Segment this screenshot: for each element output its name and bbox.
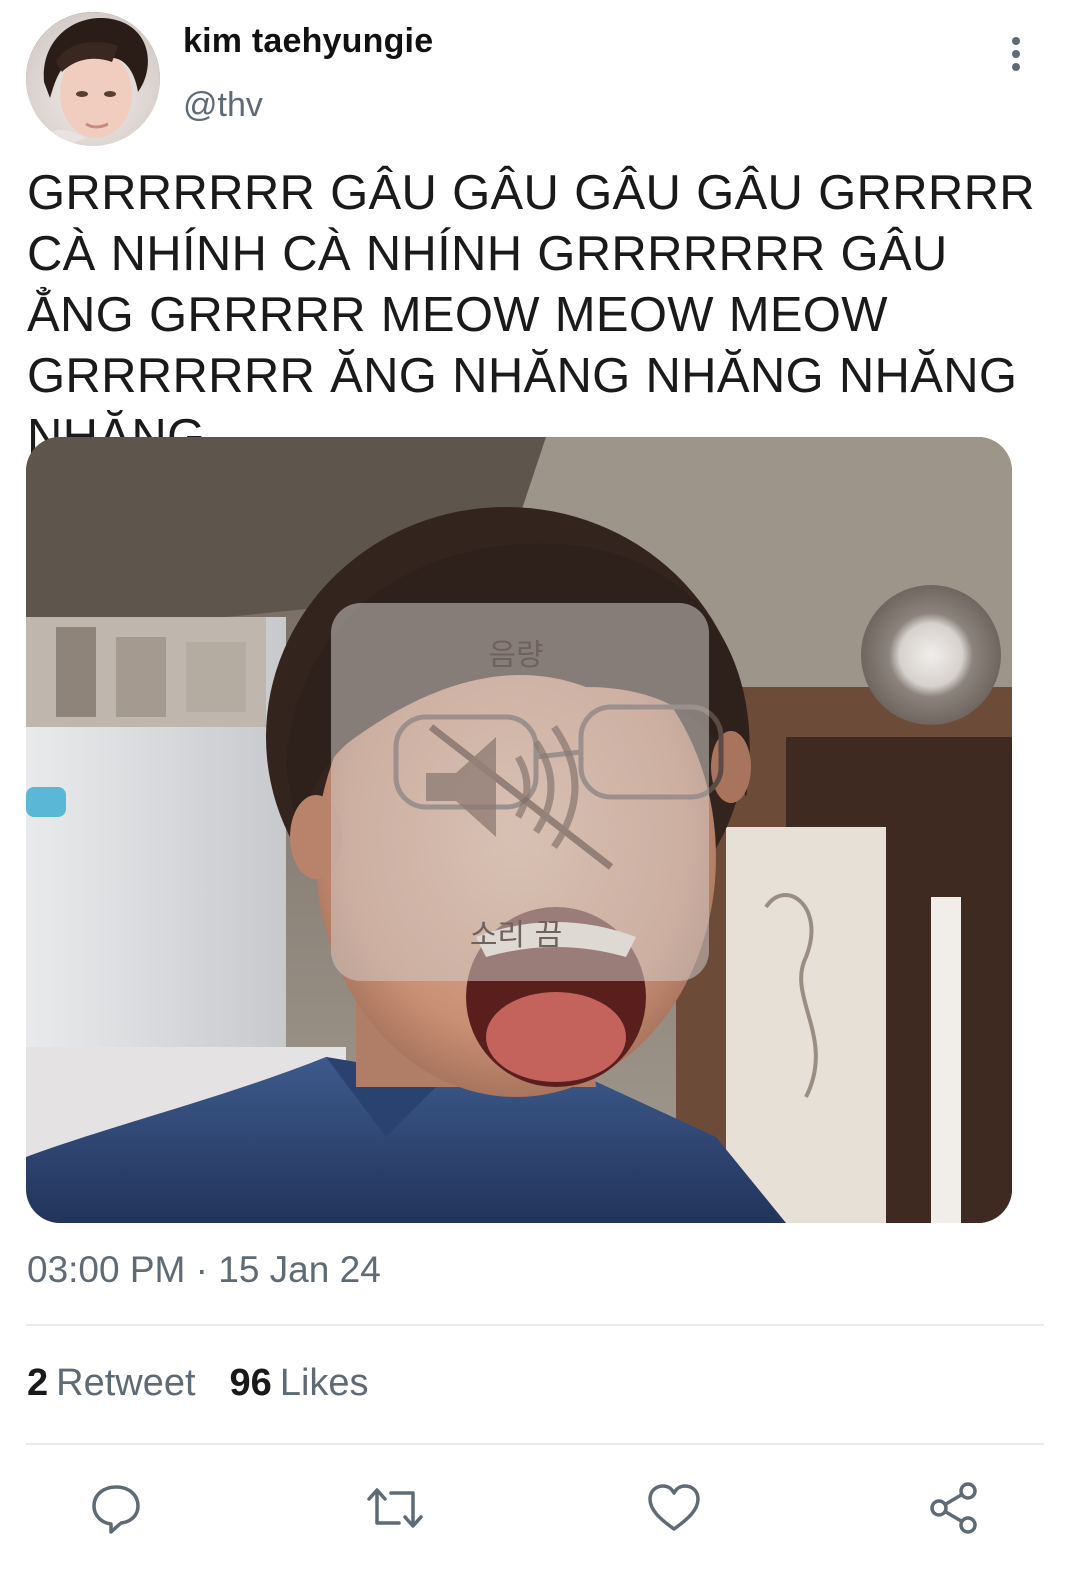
heart-icon [648,1484,700,1531]
likes-stat-label: Likes [279,1362,369,1404]
avatar[interactable] [26,12,160,146]
user-handle[interactable]: @thv [183,86,263,125]
like-button[interactable] [644,1478,704,1538]
retweet-count: 2 [27,1362,49,1404]
retweet-icon [367,1488,423,1528]
display-name[interactable]: kim taehyungie [183,22,433,61]
tweet-stats: 2 Retweet 96 Likes [27,1362,369,1405]
share-icon [930,1482,977,1534]
retweet-button[interactable] [365,1478,425,1538]
reply-icon [92,1485,140,1534]
more-vertical-icon [1012,37,1020,71]
likes-count: 96 [229,1362,272,1404]
divider [26,1443,1044,1445]
tweet-detail: kim taehyungie @thv GRRRRRRR GÂU GÂU GÂU… [0,0,1080,1582]
share-button[interactable] [924,1478,984,1538]
photo-screaming-person: 음량 소리 끔 [26,437,1012,1223]
tweet-timestamp[interactable]: 03:00 PM · 15 Jan 24 [27,1249,381,1291]
likes-stat[interactable]: 96 Likes [230,1362,369,1405]
avatar-image [26,12,160,146]
more-options-button[interactable] [996,30,1036,78]
divider [26,1324,1044,1326]
overlay-mute-label: 소리 끔 [470,918,562,953]
overlay-volume-label: 음량 [488,638,543,673]
tweet-text: GRRRRRRR GÂU GÂU GÂU GÂU GRRRRR CÀ NHÍNH… [27,166,1035,464]
retweet-stat-label: Retweet [56,1362,196,1404]
retweet-stat[interactable]: 2 Retweet [27,1362,196,1405]
reply-button[interactable] [86,1478,146,1538]
tweet-media-image[interactable]: 음량 소리 끔 [26,437,1012,1223]
